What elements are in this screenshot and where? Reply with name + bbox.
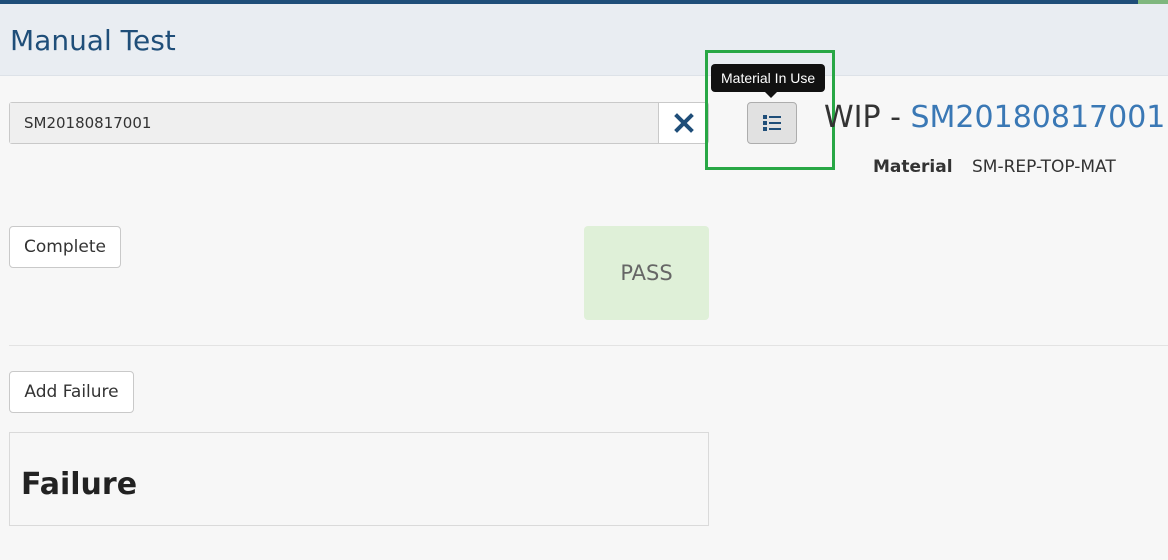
- tooltip-arrow: [765, 92, 777, 98]
- clear-search-button[interactable]: [658, 103, 708, 143]
- failure-panel: Failure: [9, 432, 709, 526]
- wip-id: SM20180817001: [910, 100, 1166, 135]
- material-in-use-button[interactable]: [747, 102, 797, 144]
- material-value: SM-REP-TOP-MAT: [972, 157, 1116, 177]
- wip-title: WIP - SM20180817001: [824, 100, 1165, 135]
- add-failure-button[interactable]: Add Failure: [9, 371, 134, 413]
- page-header: Manual Test: [0, 4, 1168, 76]
- section-divider: [9, 345, 1168, 346]
- pass-status-badge: PASS: [584, 226, 709, 320]
- material-label: Material: [873, 157, 953, 177]
- close-icon: [673, 113, 694, 133]
- wip-prefix: WIP -: [824, 100, 911, 135]
- failure-heading: Failure: [21, 467, 138, 502]
- page-title: Manual Test: [10, 24, 176, 57]
- wip-search-group: [9, 102, 709, 144]
- list-icon: [763, 115, 781, 131]
- wip-search-input[interactable]: [10, 103, 658, 143]
- complete-button[interactable]: Complete: [9, 226, 121, 268]
- material-in-use-tooltip: Material In Use: [711, 64, 826, 92]
